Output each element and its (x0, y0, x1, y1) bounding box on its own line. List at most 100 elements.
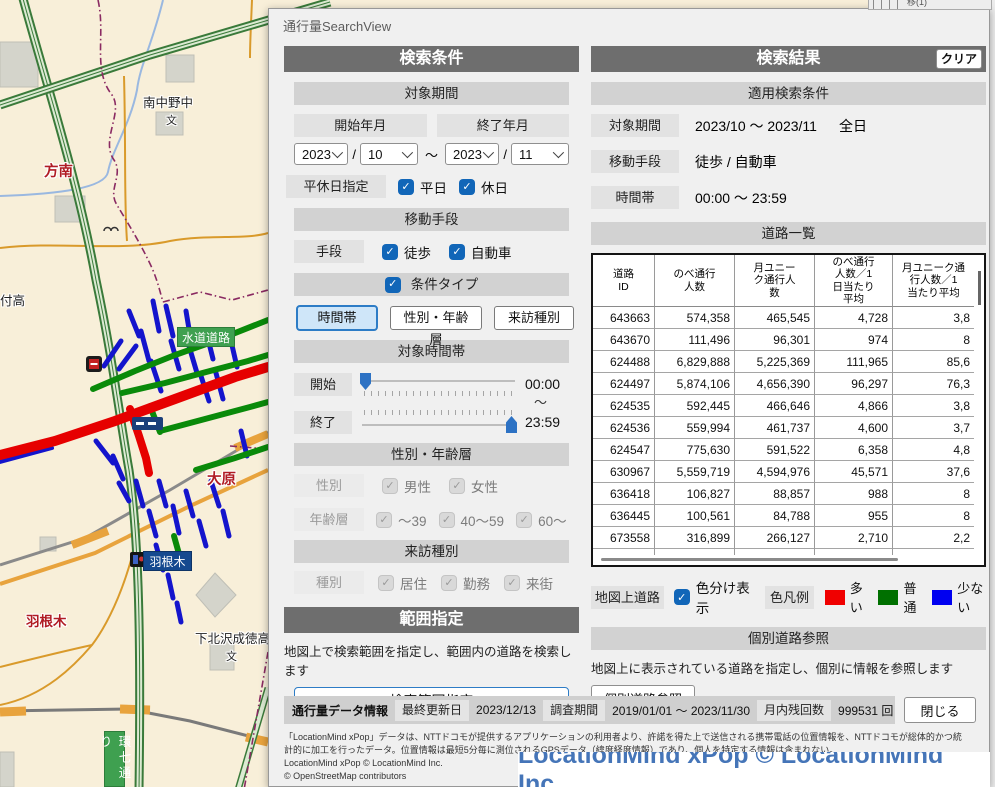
age-40-59-checkbox[interactable]: ✓ (439, 512, 455, 528)
table-cell: 6,358 (815, 439, 893, 461)
school-symbol: 文 (166, 112, 177, 128)
close-button[interactable]: 閉じる (904, 697, 976, 723)
background-toolbar-fragment: 移(1) (868, 0, 992, 10)
column-header[interactable]: 月ユニーク通 行人数／1 当たり平均 (893, 255, 974, 307)
horizontal-scrollbar[interactable] (601, 558, 898, 561)
clear-button[interactable]: クリア (936, 49, 982, 69)
period-header: 対象期間 (294, 82, 569, 105)
table-cell: 466,646 (735, 395, 815, 417)
end-year-select[interactable]: 2023 (445, 143, 499, 165)
table-row[interactable]: 624536559,994461,7374,6003,7 (593, 417, 974, 439)
table-cell: 461,737 (735, 417, 815, 439)
end-month-select[interactable]: 11 (511, 143, 569, 165)
table-cell: 4,656,390 (735, 373, 815, 395)
survey-period-value: 2019/01/01 〜 2023/11/30 (612, 702, 750, 719)
table-row[interactable]: 624535592,445466,6464,8663,8 (593, 395, 974, 417)
start-month-select[interactable]: 10 (360, 143, 418, 165)
column-header[interactable]: 道路 ID (593, 255, 655, 307)
toolbar-fragment-label: 移(1) (907, 0, 927, 8)
tab-gender-age[interactable]: 性別・年齢層 (390, 306, 482, 330)
map-badge-kannana: 環七通り (104, 731, 125, 787)
car-checkbox[interactable]: ✓ (449, 244, 465, 260)
table-cell: 2,2 (893, 527, 974, 549)
table-row[interactable]: 643670111,49696,3019748 (593, 329, 974, 351)
map-label-hanegi: 羽根木 (26, 610, 67, 630)
slider-thumb[interactable] (506, 416, 517, 433)
color-display-checkbox[interactable]: ✓ (674, 589, 690, 605)
start-year-select[interactable]: 2023 (294, 143, 348, 165)
range-description: 地図上で検索範囲を指定し、範囲内の道路を検索します (284, 641, 579, 679)
visitor-label: 来街 (526, 573, 553, 593)
table-cell: 988 (815, 483, 893, 505)
male-checkbox[interactable]: ✓ (382, 478, 398, 494)
vertical-scrollbar[interactable] (978, 271, 981, 305)
time-start-value: 00:00 (525, 376, 569, 392)
table-cell: 2,710 (815, 527, 893, 549)
road-table[interactable]: 道路 IDのべ通行 人数月ユニー ク通行人 数のべ通行 人数／1 日当たり 平均… (593, 255, 974, 555)
table-cell: 559,994 (655, 417, 735, 439)
time-start-slider[interactable] (360, 371, 517, 397)
applied-transport-label: 移動手段 (591, 150, 679, 173)
table-row[interactable]: 6309675,559,7194,594,97645,57137,6 (593, 461, 974, 483)
last-updated-label: 最終更新日 (395, 700, 469, 721)
column-header[interactable]: 月ユニー ク通行人 数 (735, 255, 815, 307)
table-cell: 4,866 (815, 395, 893, 417)
condition-type-checkbox[interactable]: ✓ (385, 277, 401, 293)
table-cell: 100,561 (655, 505, 735, 527)
holiday-checkbox[interactable]: ✓ (459, 179, 475, 195)
walk-checkbox[interactable]: ✓ (382, 244, 398, 260)
table-cell: 636418 (593, 483, 655, 505)
age-under39-checkbox[interactable]: ✓ (376, 512, 392, 528)
table-cell: 3,7 (893, 417, 974, 439)
car-checkbox-label: 自動車 (471, 242, 512, 262)
legend-item: 普通 (878, 578, 921, 616)
table-row[interactable]: 636445100,56184,7889558 (593, 505, 974, 527)
table-row[interactable]: 636418106,82788,8579888 (593, 483, 974, 505)
gender-label: 性別 (294, 474, 364, 497)
survey-period-label: 調査期間 (543, 700, 605, 721)
resident-checkbox[interactable]: ✓ (378, 575, 394, 591)
table-cell: 643663 (593, 307, 655, 329)
color-display-label: 色分け表示 (696, 577, 751, 617)
table-row[interactable]: 624547775,630591,5226,3584,8 (593, 439, 974, 461)
table-cell: 106,827 (655, 483, 735, 505)
chevron-down-icon (483, 147, 494, 158)
visit-type-header: 来訪種別 (294, 540, 569, 563)
table-cell: 624536 (593, 417, 655, 439)
traffic-data-info-label: 通行量データ情報 (292, 702, 388, 719)
road-list-header: 道路一覧 (591, 222, 986, 245)
table-cell: 5,559,719 (655, 461, 735, 483)
legend-items: 多い普通少ない (814, 578, 986, 616)
legend-label: 普通 (903, 578, 921, 616)
column-header[interactable]: のべ通行 人数 (655, 255, 735, 307)
worker-checkbox[interactable]: ✓ (441, 575, 457, 591)
road-table-frame: 道路 IDのべ通行 人数月ユニー ク通行人 数のべ通行 人数／1 日当たり 平均… (591, 253, 986, 567)
visit-type-label: 種別 (294, 571, 364, 594)
table-cell: 8 (893, 329, 974, 351)
age-over60-checkbox[interactable]: ✓ (516, 512, 532, 528)
tab-visit-type[interactable]: 来訪種別 (494, 306, 574, 330)
walk-checkbox-label: 徒歩 (404, 242, 431, 262)
tab-time-range[interactable]: 時間帯 (296, 305, 378, 331)
table-row[interactable]: 6244975,874,1064,656,39096,29776,3 (593, 373, 974, 395)
visitor-checkbox[interactable]: ✓ (504, 575, 520, 591)
table-cell: 624547 (593, 439, 655, 461)
color-legend-label: 色凡例 (765, 586, 813, 609)
table-cell: 5,874,106 (655, 373, 735, 395)
monthly-quota-value: 999531 回 (838, 702, 893, 719)
table-row[interactable]: 643663574,358465,5454,7283,8 (593, 307, 974, 329)
individual-road-description: 地図上に表示されている道路を指定し、個別に情報を参照します (591, 658, 986, 677)
female-checkbox[interactable]: ✓ (449, 478, 465, 494)
table-row[interactable]: 6244886,829,8885,225,369111,96585,6 (593, 351, 974, 373)
slider-thumb[interactable] (360, 373, 371, 390)
time-end-label: 終了 (294, 411, 352, 434)
legend-label: 多い (850, 578, 868, 616)
table-row[interactable]: 673558316,899266,1272,7102,2 (593, 527, 974, 549)
search-results-header: 検索結果 クリア (591, 46, 986, 72)
column-header[interactable]: のべ通行 人数／1 日当たり 平均 (815, 255, 893, 307)
map-label-ohara: 大原 (207, 468, 236, 489)
weekday-checkbox[interactable]: ✓ (398, 179, 414, 195)
table-cell: 111,965 (815, 351, 893, 373)
age-under39-label: 〜39 (398, 510, 427, 530)
time-end-slider[interactable] (360, 409, 517, 435)
